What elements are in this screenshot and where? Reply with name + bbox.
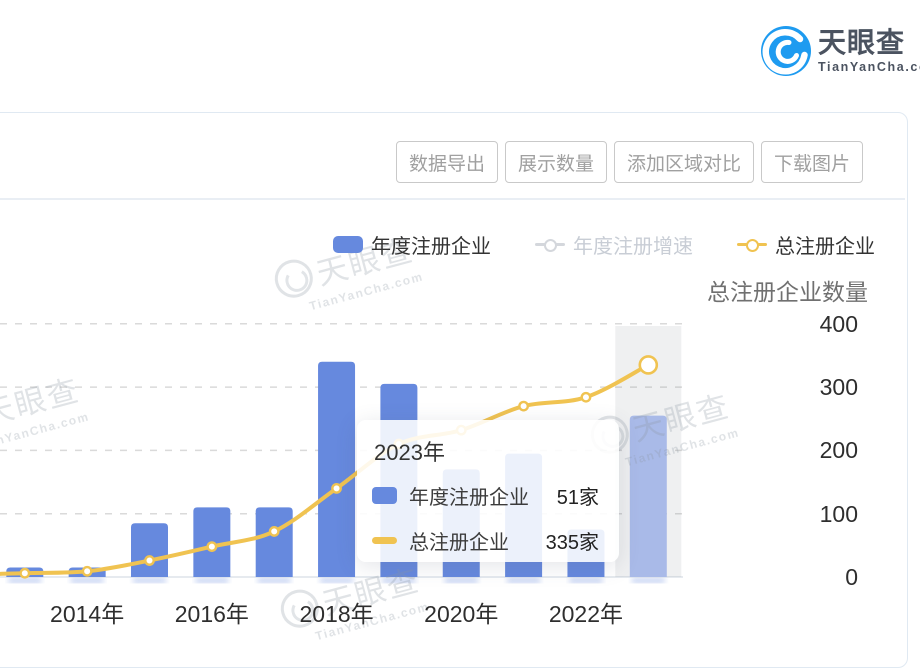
line-point-2014年[interactable] — [83, 567, 91, 575]
tooltip-row-annual: 年度注册企业 51家 — [372, 481, 599, 510]
y-axis-tick-label: 200 — [768, 437, 858, 463]
bar-shadow — [507, 578, 540, 583]
legend-label: 总注册企业 — [775, 230, 875, 259]
add-region-compare-button[interactable]: 添加区域对比 — [614, 141, 754, 183]
logo-brand-text: 天眼查 — [818, 29, 920, 57]
line-point-2017年[interactable] — [270, 527, 278, 535]
bar-2018年[interactable] — [318, 362, 355, 577]
tooltip-bar-swatch — [372, 487, 397, 504]
x-axis-tick-label: 2018年 — [277, 601, 397, 627]
legend-label: 年度注册增速 — [573, 230, 693, 259]
legend-item-annual-growth-rate[interactable]: 年度注册增速 — [535, 230, 693, 259]
line-point-2016年[interactable] — [208, 542, 216, 550]
line-point-2013年[interactable] — [21, 569, 29, 577]
y-axis-tick-label: 0 — [768, 564, 858, 590]
line-point-2022年[interactable] — [582, 393, 590, 401]
chart-legend: 年度注册企业 年度注册增速 总注册企业 — [333, 230, 875, 259]
line-point-2021年[interactable] — [519, 402, 527, 410]
tianyancha-logo-icon — [761, 26, 811, 76]
y-axis-tick-label: 400 — [768, 311, 858, 337]
y-axis-tick-label: 300 — [768, 374, 858, 400]
x-axis-tick-label: 2022年 — [526, 601, 646, 627]
chart-tooltip: 2023年 年度注册企业 51家 总注册企业 335家 — [357, 420, 619, 562]
line-point-2015年[interactable] — [145, 556, 153, 564]
tooltip-line-swatch — [372, 537, 397, 544]
export-data-button[interactable]: 数据导出 — [396, 141, 498, 183]
bar-shadow — [8, 578, 41, 583]
legend-bar-swatch — [333, 236, 363, 253]
bar-shadow — [320, 578, 353, 583]
x-axis-tick-label: 2020年 — [401, 601, 521, 627]
show-count-button[interactable]: 展示数量 — [505, 141, 607, 183]
bar-shadow — [445, 578, 478, 583]
bar-shadow — [258, 578, 291, 583]
x-axis-tick-label: 2016年 — [152, 601, 272, 627]
download-image-button[interactable]: 下载图片 — [761, 141, 863, 183]
legend-line-swatch — [737, 236, 767, 253]
legend-item-total-registered[interactable]: 总注册企业 — [737, 230, 875, 259]
tooltip-value: 335家 — [546, 526, 599, 555]
chart-toolbar: 数据导出 展示数量 添加区域对比 下载图片 — [396, 141, 863, 183]
tooltip-label: 年度注册企业 — [409, 481, 529, 510]
bar-shadow — [195, 578, 228, 583]
line-point-2018年[interactable] — [332, 484, 340, 492]
legend-label: 年度注册企业 — [371, 230, 491, 259]
tooltip-label: 总注册企业 — [409, 526, 509, 555]
bar-shadow — [382, 578, 415, 583]
legend-line-swatch-disabled — [535, 236, 565, 253]
tooltip-row-total: 总注册企业 335家 — [372, 526, 599, 555]
x-axis-tick-label: 2014年 — [27, 601, 147, 627]
tooltip-title: 2023年 — [374, 435, 599, 467]
line-point-2023年[interactable] — [640, 356, 657, 373]
logo-domain-text: TianYanCha.com — [818, 61, 920, 74]
bar-shadow — [632, 578, 665, 583]
tianyancha-logo[interactable]: 天眼查 TianYanCha.com — [761, 26, 920, 76]
bar-2017年[interactable] — [256, 507, 293, 577]
y-axis-tick-label: 100 — [768, 501, 858, 527]
tooltip-value: 51家 — [557, 481, 599, 510]
bar-2015年[interactable] — [131, 523, 168, 577]
legend-item-annual-registered[interactable]: 年度注册企业 — [333, 230, 491, 259]
tianyancha-chart-panel: 天眼查 TianYanCha.com 数据导出 展示数量 添加区域对比 下载图片… — [0, 0, 920, 672]
bar-shadow — [71, 578, 104, 583]
bar-2023年[interactable] — [630, 416, 667, 577]
bar-shadow — [569, 578, 602, 583]
right-axis-title: 总注册企业数量 — [707, 273, 868, 307]
bar-shadow — [133, 578, 166, 583]
